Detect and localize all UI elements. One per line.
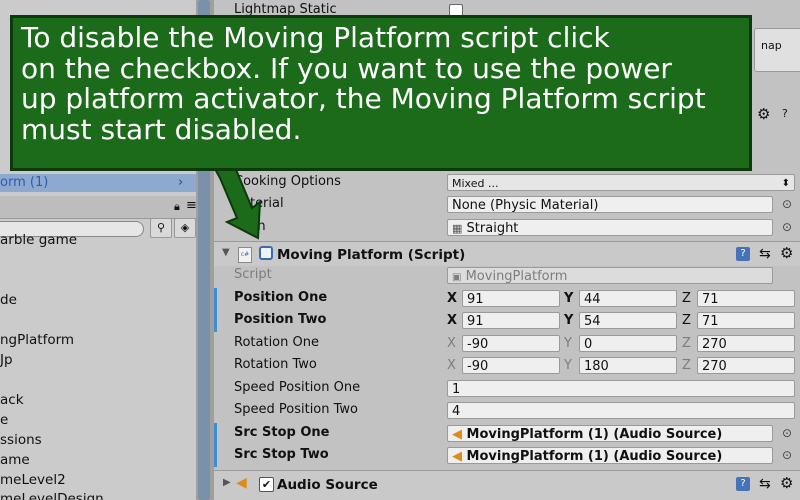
callout-text: To disable the Moving Platform script cl… (21, 21, 706, 146)
tutorial-callout: To disable the Moving Platform script cl… (10, 15, 752, 171)
arrow-shape (208, 159, 262, 240)
